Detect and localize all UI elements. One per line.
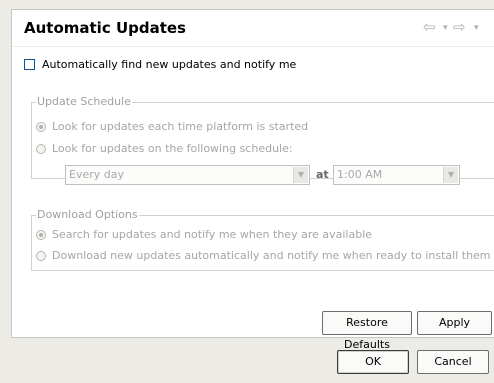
download-notify-radio[interactable] — [36, 229, 46, 240]
preferences-panel: Automatic Updates ⇦ ▾ ⇨ ▾ Automatically … — [11, 9, 494, 351]
ok-button[interactable]: OK — [337, 350, 409, 374]
download-auto-label: Download new updates automatically and n… — [52, 249, 491, 262]
header-divider — [12, 46, 494, 47]
schedule-custom-radio[interactable] — [36, 143, 46, 154]
restore-defaults-button[interactable]: Restore Defaults — [322, 311, 412, 351]
download-option-notify[interactable]: Search for updates and notify me when th… — [36, 228, 372, 241]
page-title: Automatic Updates — [24, 19, 186, 37]
auto-find-label: Automatically find new updates and notif… — [42, 58, 297, 71]
frequency-value: Every day — [69, 168, 124, 181]
auto-find-checkbox[interactable] — [24, 59, 35, 70]
download-notify-label: Search for updates and notify me when th… — [52, 228, 373, 241]
schedule-option-startup[interactable]: Look for updates each time platform is s… — [36, 120, 308, 133]
at-label: at — [316, 168, 329, 181]
apply-button[interactable]: Apply — [417, 311, 492, 335]
chevron-down-icon: ▼ — [293, 167, 308, 183]
back-arrow-icon[interactable]: ⇦ — [423, 18, 436, 36]
frequency-select[interactable]: Every day ▼ — [65, 165, 310, 185]
time-value: 1:00 AM — [337, 168, 383, 181]
time-select[interactable]: 1:00 AM ▼ — [333, 165, 460, 185]
schedule-startup-radio[interactable] — [36, 121, 46, 132]
schedule-startup-label: Look for updates each time platform is s… — [52, 120, 309, 133]
download-auto-radio[interactable] — [36, 250, 46, 261]
update-schedule-title: Update Schedule — [36, 95, 132, 108]
forward-history-dropdown-icon[interactable]: ▾ — [474, 23, 479, 33]
download-option-auto[interactable]: Download new updates automatically and n… — [36, 249, 491, 262]
cancel-button[interactable]: Cancel — [417, 350, 489, 374]
schedule-option-custom[interactable]: Look for updates on the following schedu… — [36, 142, 293, 155]
download-options-group: Download Options Search for updates and … — [31, 208, 494, 271]
auto-find-checkbox-row[interactable]: Automatically find new updates and notif… — [24, 58, 296, 71]
back-history-dropdown-icon[interactable]: ▾ — [443, 23, 448, 33]
update-schedule-group: Update Schedule Look for updates each ti… — [31, 95, 494, 185]
forward-arrow-icon[interactable]: ⇨ — [453, 18, 466, 36]
schedule-custom-label: Look for updates on the following schedu… — [52, 142, 293, 155]
download-options-title: Download Options — [36, 208, 139, 221]
chevron-down-icon: ▼ — [443, 167, 458, 183]
